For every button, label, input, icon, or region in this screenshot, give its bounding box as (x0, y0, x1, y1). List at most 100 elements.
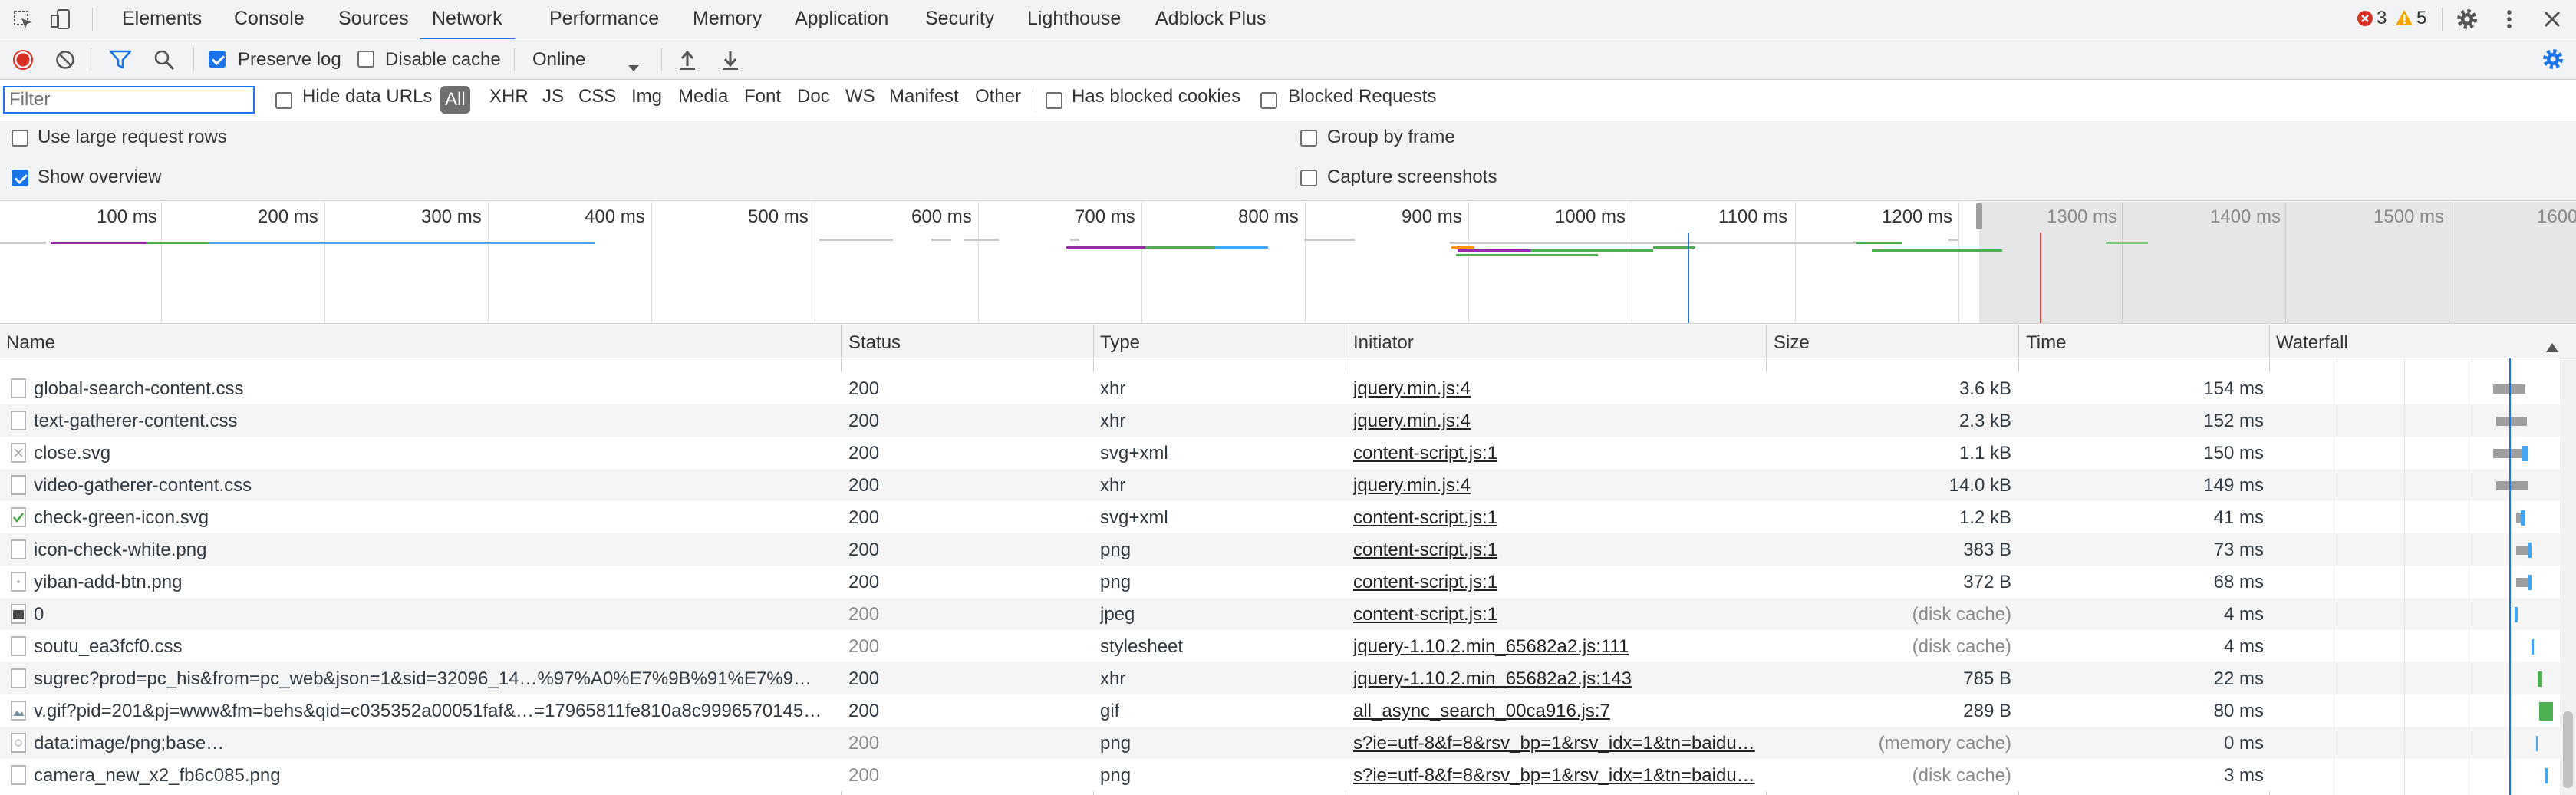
request-initiator-link[interactable]: content-script.js:1 (1353, 539, 1760, 561)
table-row[interactable]: 0 200 jpeg content-script.js:1 (disk cac… (0, 598, 2576, 630)
request-initiator-link[interactable]: jquery.min.js:4 (1353, 411, 1760, 432)
tab-memory[interactable]: Memory (693, 0, 762, 38)
table-row[interactable]: sugrec?prod=pc_his&from=pc_web&json=1&si… (0, 662, 2576, 694)
filter-icon[interactable] (109, 50, 132, 75)
request-name: check-green-icon.svg (34, 507, 209, 528)
request-initiator-link[interactable]: jquery-1.10.2.min_65682a2.js:111 (1353, 636, 1760, 658)
overview-bar (931, 239, 951, 241)
filter-input[interactable] (3, 86, 255, 114)
capture-screenshots-checkbox[interactable] (1300, 170, 1317, 186)
warning-icon[interactable] (2395, 9, 2413, 31)
tab-console[interactable]: Console (234, 0, 305, 38)
type-filter-xhr[interactable]: XHR (489, 86, 529, 107)
request-initiator-link[interactable]: content-script.js:1 (1353, 572, 1760, 593)
tab-elements[interactable]: Elements (122, 0, 202, 38)
tab-performance[interactable]: Performance (549, 0, 659, 38)
column-header-waterfall[interactable]: Waterfall (2276, 332, 2348, 354)
overview-timeline[interactable]: 100 ms 200 ms 300 ms 400 ms 500 ms 600 m… (0, 202, 2576, 324)
gear-icon[interactable] (2455, 7, 2479, 37)
type-filter-ws[interactable]: WS (845, 86, 875, 107)
request-initiator-link[interactable]: content-script.js:1 (1353, 507, 1760, 529)
request-initiator-link[interactable]: content-script.js:1 (1353, 443, 1760, 464)
network-settings-icon[interactable] (2541, 47, 2565, 77)
column-header-size[interactable]: Size (1774, 332, 1810, 354)
tab-application[interactable]: Application (795, 0, 888, 38)
hide-data-urls-label: Hide data URLs (302, 86, 433, 107)
type-filter-doc[interactable]: Doc (797, 86, 830, 107)
tab-network[interactable]: Network (420, 0, 515, 41)
import-har-icon[interactable] (678, 49, 697, 76)
type-filter-all[interactable]: All (440, 86, 470, 114)
type-filter-js[interactable]: JS (542, 86, 564, 107)
request-initiator-link[interactable]: s?ie=utf-8&f=8&rsv_bp=1&rsv_idx=1&tn=bai… (1353, 733, 1760, 754)
type-filter-css[interactable]: CSS (578, 86, 616, 107)
preserve-log-checkbox[interactable] (209, 51, 226, 68)
overview-bar (1214, 246, 1268, 249)
check-icon (11, 507, 26, 533)
throttling-select[interactable]: Online (532, 49, 585, 71)
tab-lighthouse[interactable]: Lighthouse (1027, 0, 1121, 38)
request-initiator-link[interactable]: all_async_search_00ca916.js:7 (1353, 701, 1760, 722)
table-row[interactable]: v.gif?pid=201&pj=www&fm=behs&qid=c035352… (0, 694, 2576, 727)
request-initiator-link[interactable]: jquery.min.js:4 (1353, 378, 1760, 400)
vertical-scrollbar[interactable] (2560, 358, 2576, 795)
request-type: xhr (1100, 411, 1126, 431)
type-filter-img[interactable]: Img (631, 86, 662, 107)
table-row[interactable]: data:image/png;base… 200 png s?ie=utf-8&… (0, 727, 2576, 759)
request-time: 150 ms (2203, 443, 2264, 463)
record-icon[interactable] (12, 49, 34, 76)
group-by-frame-checkbox[interactable] (1300, 130, 1317, 147)
type-filter-manifest[interactable]: Manifest (889, 86, 959, 107)
error-icon[interactable] (2357, 10, 2373, 32)
table-row[interactable]: text-gatherer-content.css 200 xhr jquery… (0, 404, 2576, 437)
chevron-down-icon[interactable] (628, 56, 640, 78)
request-status: 200 (848, 411, 880, 431)
overview-bar (1530, 249, 1653, 252)
table-row[interactable]: global-search-content.css 200 xhr jquery… (0, 372, 2576, 404)
more-options-icon[interactable] (2504, 7, 2515, 37)
type-filter-media[interactable]: Media (678, 86, 728, 107)
image-file-icon (11, 539, 26, 565)
table-row[interactable]: close.svg 200 svg+xml content-script.js:… (0, 437, 2576, 469)
overview-selection-handle[interactable] (1976, 203, 1982, 229)
table-row[interactable]: camera_new_x2_fb6c085.png 200 png s?ie=u… (0, 759, 2576, 791)
request-type: xhr (1100, 475, 1126, 496)
table-row[interactable]: video-gatherer-content.css 200 xhr jquer… (0, 469, 2576, 501)
large-rows-checkbox[interactable] (12, 130, 28, 147)
clear-icon[interactable] (55, 50, 75, 75)
show-overview-checkbox[interactable] (12, 170, 28, 186)
request-type: jpeg (1100, 604, 1135, 625)
request-initiator-link[interactable]: jquery-1.10.2.min_65682a2.js:143 (1353, 668, 1760, 690)
request-initiator-link[interactable]: jquery.min.js:4 (1353, 475, 1760, 496)
request-time: 22 ms (2213, 668, 2264, 689)
device-toolbar-icon[interactable] (49, 8, 72, 36)
export-har-icon[interactable] (721, 49, 740, 76)
disable-cache-checkbox[interactable] (357, 51, 374, 68)
request-initiator-link[interactable]: s?ie=utf-8&f=8&rsv_bp=1&rsv_idx=1&tn=bai… (1353, 765, 1760, 787)
close-icon[interactable] (2542, 9, 2562, 35)
search-icon[interactable] (153, 49, 175, 76)
column-header-initiator[interactable]: Initiator (1353, 332, 1414, 354)
table-row[interactable]: yiban-add-btn.png 200 png content-script… (0, 566, 2576, 598)
column-header-name[interactable]: Name (6, 332, 55, 354)
tab-sources[interactable]: Sources (338, 0, 409, 38)
blocked-requests-checkbox[interactable] (1260, 92, 1277, 109)
overview-gridline (651, 202, 652, 323)
inspect-element-icon[interactable] (12, 9, 34, 36)
type-filter-other[interactable]: Other (975, 86, 1021, 107)
has-blocked-cookies-checkbox[interactable] (1046, 92, 1062, 109)
column-header-type[interactable]: Type (1100, 332, 1140, 354)
column-header-status[interactable]: Status (848, 332, 901, 354)
overview-bar (1451, 246, 1474, 249)
table-row[interactable]: soutu_ea3fcf0.css 200 stylesheet jquery-… (0, 630, 2576, 662)
tab-security[interactable]: Security (925, 0, 994, 38)
hide-data-urls-checkbox[interactable] (275, 92, 292, 109)
column-header-time[interactable]: Time (2026, 332, 2066, 354)
table-row[interactable]: check-green-icon.svg 200 svg+xml content… (0, 501, 2576, 533)
scrollbar-thumb[interactable] (2563, 711, 2573, 788)
request-initiator-link[interactable]: content-script.js:1 (1353, 604, 1760, 625)
type-filter-font[interactable]: Font (744, 86, 781, 107)
table-row[interactable]: icon-check-white.png 200 png content-scr… (0, 533, 2576, 566)
tab-adblock-plus[interactable]: Adblock Plus (1155, 0, 1267, 38)
sort-ascending-icon[interactable] (2545, 337, 2559, 358)
